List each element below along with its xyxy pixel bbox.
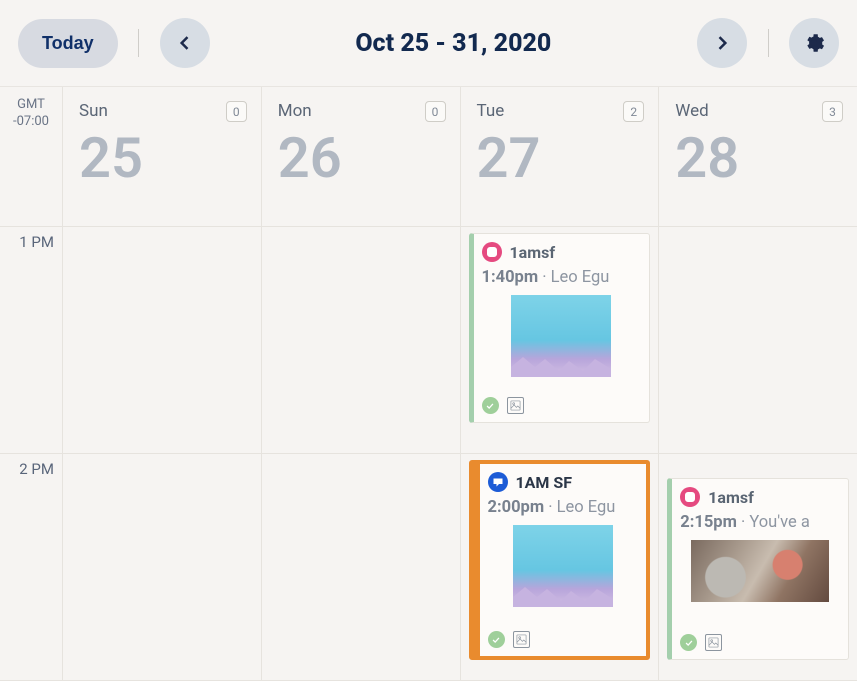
event-subtitle: 1:40pm · Leo Egu — [482, 268, 642, 287]
date-range: Oct 25 - 31, 2020 — [220, 29, 687, 58]
day-name: Wed — [675, 101, 841, 121]
day-count-badge: 0 — [226, 101, 247, 122]
event-text: Leo Egu — [551, 268, 610, 287]
event-account: 1amsf — [510, 243, 556, 262]
image-icon — [507, 397, 524, 414]
calendar-grid: GMT -07:00 Sun 0 25 Mon 0 26 Tue 2 27 We… — [0, 87, 857, 680]
prev-week-button[interactable] — [160, 18, 210, 68]
event-thumbnail — [511, 295, 611, 377]
instagram-icon — [680, 487, 700, 507]
slot-wed-1pm[interactable] — [658, 227, 857, 454]
divider — [757, 29, 779, 57]
day-number: 25 — [79, 125, 245, 191]
event-text: You've a — [749, 513, 809, 532]
event-time: 2:00pm — [488, 498, 545, 517]
slot-mon-1pm[interactable] — [261, 227, 460, 454]
day-number: 26 — [278, 125, 444, 191]
check-icon — [482, 397, 499, 414]
event-card-selected[interactable]: 1AM SF 2:00pm · Leo Egu — [469, 460, 651, 660]
tz-label: GMT — [0, 97, 62, 114]
event-account: 1amsf — [708, 488, 754, 507]
day-header-sun[interactable]: Sun 0 25 — [62, 87, 261, 227]
slot-tue-2pm[interactable]: 1AM SF 2:00pm · Leo Egu — [460, 454, 659, 681]
slot-mon-2pm[interactable] — [261, 454, 460, 681]
day-number: 27 — [477, 125, 643, 191]
chevron-right-icon — [712, 33, 732, 53]
facebook-icon — [488, 472, 508, 492]
settings-button[interactable] — [789, 18, 839, 68]
hour-label: 2 PM — [0, 454, 62, 681]
chevron-left-icon — [175, 33, 195, 53]
day-name: Tue — [477, 101, 643, 121]
event-subtitle: 2:00pm · Leo Egu — [488, 498, 639, 517]
slot-wed-2pm[interactable]: 1amsf 2:15pm · You've a — [658, 454, 857, 681]
gear-icon — [804, 33, 824, 53]
day-number: 28 — [675, 125, 841, 191]
next-week-button[interactable] — [697, 18, 747, 68]
image-icon — [705, 634, 722, 651]
event-account: 1AM SF — [516, 473, 573, 492]
tz-offset: -07:00 — [0, 114, 62, 131]
day-header-wed[interactable]: Wed 3 28 — [658, 87, 857, 227]
check-icon — [488, 631, 505, 648]
timezone-label: GMT -07:00 — [0, 87, 62, 227]
day-header-mon[interactable]: Mon 0 26 — [261, 87, 460, 227]
divider — [128, 29, 150, 57]
today-button[interactable]: Today — [18, 19, 118, 68]
day-count-badge: 2 — [623, 101, 644, 122]
event-text: Leo Egu — [557, 498, 616, 517]
slot-tue-1pm[interactable]: 1amsf 1:40pm · Leo Egu — [460, 227, 659, 454]
day-count-badge: 3 — [822, 101, 843, 122]
day-name: Sun — [79, 101, 245, 121]
event-time: 1:40pm — [482, 268, 539, 287]
hour-label: 1 PM — [0, 227, 62, 454]
check-icon — [680, 634, 697, 651]
day-name: Mon — [278, 101, 444, 121]
slot-sun-1pm[interactable] — [62, 227, 261, 454]
toolbar: Today Oct 25 - 31, 2020 — [0, 0, 857, 87]
event-time: 2:15pm — [680, 513, 737, 532]
instagram-icon — [482, 242, 502, 262]
event-thumbnail — [513, 525, 613, 607]
day-header-tue[interactable]: Tue 2 27 — [460, 87, 659, 227]
day-count-badge: 0 — [425, 101, 446, 122]
image-icon — [513, 631, 530, 648]
event-subtitle: 2:15pm · You've a — [680, 513, 840, 532]
event-card[interactable]: 1amsf 1:40pm · Leo Egu — [469, 233, 651, 423]
slot-sun-2pm[interactable] — [62, 454, 261, 681]
event-card[interactable]: 1amsf 2:15pm · You've a — [667, 478, 849, 660]
event-thumbnail — [691, 540, 829, 602]
